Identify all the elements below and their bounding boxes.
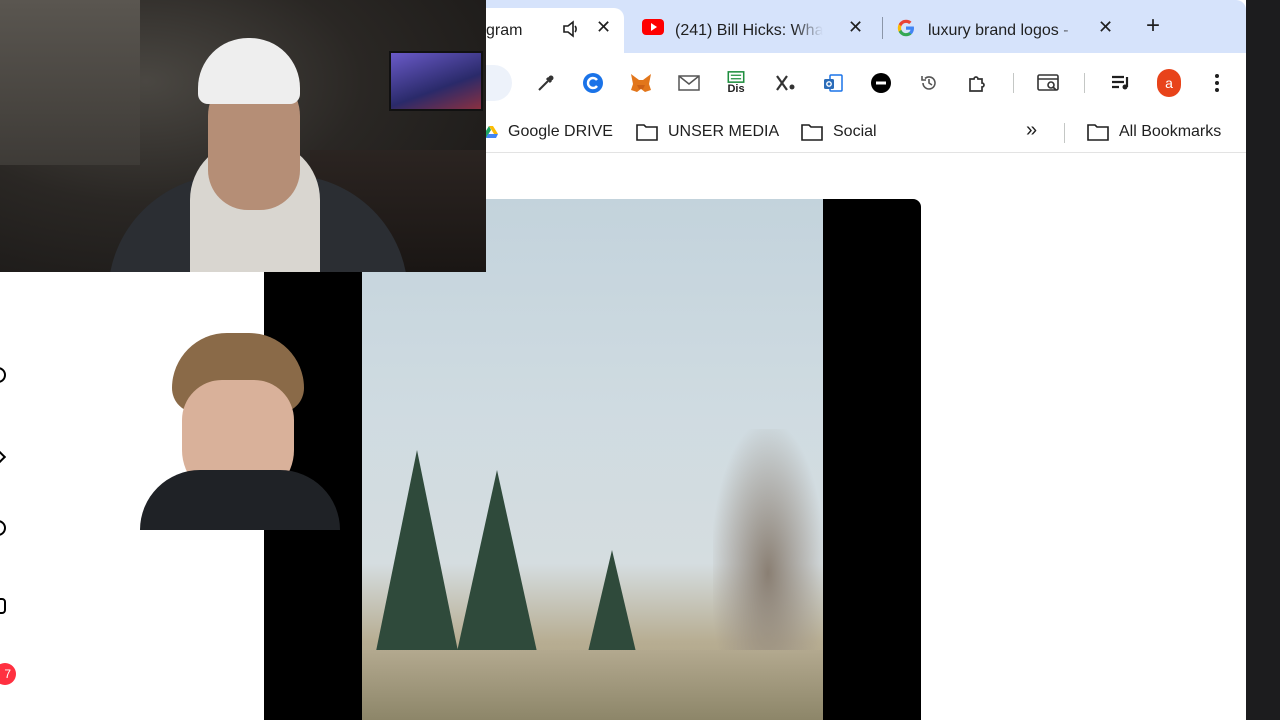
field-shape (362, 650, 823, 720)
home-nav-icon[interactable] (0, 367, 6, 383)
bookmark-social[interactable]: Social (801, 123, 877, 141)
tab-title: (241) Bill Hicks: What (675, 21, 823, 39)
profile-avatar[interactable]: a (1157, 69, 1181, 97)
bookmark-unser-media[interactable]: UNSER MEDIA (636, 123, 779, 141)
tab-google[interactable]: luxury brand logos - ✕ (882, 8, 1118, 53)
close-icon[interactable]: ✕ (1098, 17, 1113, 38)
tab-youtube[interactable]: (241) Bill Hicks: What ✕ (636, 8, 868, 53)
explore-nav-icon[interactable] (0, 449, 7, 465)
tab-title: luxury brand logos - (928, 21, 1069, 39)
x-extension-icon[interactable] (774, 71, 798, 95)
all-bookmarks-button[interactable]: All Bookmarks (1087, 123, 1221, 141)
eyedropper-icon[interactable] (534, 71, 558, 95)
background-monitor (389, 51, 483, 111)
messages-nav-icon[interactable] (0, 598, 6, 614)
screen: gram ✕ (241) Bill Hicks: What ✕ luxury b… (0, 0, 1280, 720)
folder-icon (636, 124, 658, 141)
media-queue-icon[interactable] (1109, 71, 1133, 95)
folder-icon (1087, 124, 1109, 141)
history-icon[interactable] (917, 71, 941, 95)
bookmarks-bar: Google DRIVE UNSER MEDIA Social » All Bo… (484, 113, 1246, 153)
webcam-overlay (0, 0, 486, 272)
bookmarks-overflow-button[interactable]: » (1026, 119, 1037, 142)
close-icon[interactable]: ✕ (848, 17, 863, 38)
video-frame-image[interactable] (362, 199, 823, 720)
whiteboard-shape (0, 0, 140, 165)
kebab-menu-icon[interactable] (1205, 71, 1229, 95)
bookmarks-divider (1064, 123, 1065, 143)
person-jacket (140, 470, 340, 530)
toolbar-divider (1084, 73, 1085, 93)
bare-tree-shape (713, 429, 823, 669)
close-icon[interactable]: ✕ (596, 17, 611, 38)
tab-strip: gram ✕ (241) Bill Hicks: What ✕ luxury b… (486, 0, 1246, 53)
speaker-icon[interactable] (562, 20, 580, 43)
search-tab-icon[interactable] (1037, 71, 1061, 95)
mail-icon[interactable] (677, 71, 701, 95)
bookmark-label: Social (833, 123, 877, 140)
discord-extension-icon[interactable]: Dis (724, 71, 748, 95)
google-g-icon (896, 18, 916, 43)
all-bookmarks-label: All Bookmarks (1119, 123, 1222, 140)
toolbar-divider (1013, 73, 1014, 93)
address-bar[interactable] (486, 65, 512, 101)
tab-title: gram (486, 21, 523, 39)
youtube-icon (642, 19, 664, 40)
reels-nav-icon[interactable] (0, 520, 6, 536)
block-icon[interactable] (869, 71, 893, 95)
bookmark-google-drive[interactable]: Google DRIVE (484, 123, 613, 141)
extension-badge: Dis (727, 83, 745, 95)
extensions-puzzle-icon[interactable] (966, 71, 990, 95)
tab-instagram[interactable]: gram ✕ (486, 8, 624, 53)
bookmark-label: Google DRIVE (508, 123, 613, 140)
bookmark-label: UNSER MEDIA (668, 123, 780, 140)
grammarly-icon[interactable] (581, 71, 605, 95)
notification-badge: 7 (0, 663, 16, 685)
profile-initial: a (1157, 69, 1181, 97)
desktop-edge (1246, 0, 1280, 720)
new-tab-button[interactable]: + (1146, 14, 1160, 38)
folder-icon (801, 124, 823, 141)
google-drive-icon (484, 126, 498, 138)
browser-toolbar: Dis a (486, 53, 1246, 113)
person-cap (198, 38, 300, 104)
metamask-icon[interactable] (629, 71, 653, 95)
outlook-icon[interactable] (821, 71, 845, 95)
